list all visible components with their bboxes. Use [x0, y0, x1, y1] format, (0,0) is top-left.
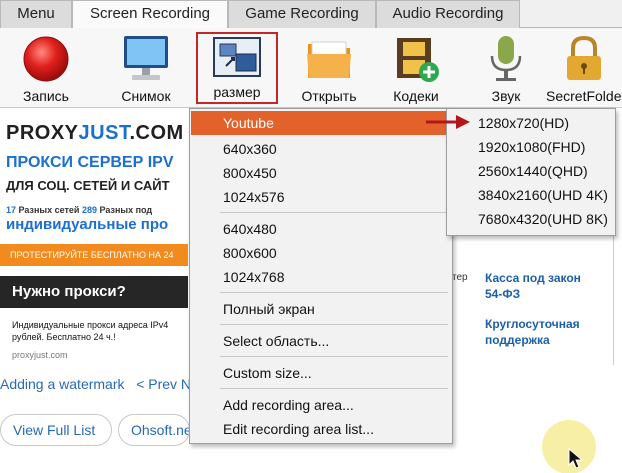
promo-num-d: Разных под	[97, 205, 153, 215]
menu-separator	[220, 388, 448, 389]
right-link2-b: поддержка	[485, 333, 550, 347]
folder-icon	[307, 41, 351, 78]
menu-separator	[220, 212, 448, 213]
right-link2-a: Круглосуточная	[485, 317, 580, 331]
tab-audio-recording[interactable]: Audio Recording	[376, 0, 520, 28]
menu-item-edit-recording-area-list[interactable]: Edit recording area list...	[191, 417, 451, 441]
menu-item-800x450[interactable]: 800x450	[191, 161, 451, 185]
brand-part-c: .COM	[129, 122, 184, 144]
menu-item-fullscreen[interactable]: Полный экран	[191, 297, 451, 321]
menu-item-800x600[interactable]: 800x600	[191, 241, 451, 265]
submenu-item-1280x720[interactable]: 1280x720(HD)	[448, 111, 614, 135]
right-link1-b: 54-ФЗ	[485, 287, 521, 301]
submenu-item-1920x1080[interactable]: 1920x1080(FHD)	[448, 135, 614, 159]
tab-bar: Menu Screen Recording Game Recording Aud…	[0, 0, 622, 29]
submenu-item-3840x2160[interactable]: 3840x2160(UHD 4K)	[448, 183, 614, 207]
promo-url: proxyjust.com	[12, 350, 68, 360]
menu-item-add-recording-area[interactable]: Add recording area...	[191, 393, 451, 417]
promo-text: Индивидуальные прокси адреса IPv4 рублей…	[12, 319, 188, 343]
right-link1-a: Касса под закон	[485, 271, 581, 285]
menu-item-youtube[interactable]: Youtube	[191, 111, 451, 135]
prev-link[interactable]: < Prev N	[136, 376, 191, 392]
menu-separator	[220, 356, 448, 357]
open-label: Открыть	[301, 88, 357, 104]
snapshot-label: Снимок	[121, 88, 171, 104]
view-full-list-button[interactable]: View Full List	[0, 414, 112, 446]
record-icon	[23, 36, 69, 82]
sound-label: Звук	[491, 88, 521, 104]
sound-button[interactable]: Звук	[470, 28, 542, 108]
watermark-link[interactable]: Adding a watermark	[0, 376, 125, 392]
brand-part-a: PROXY	[6, 122, 79, 144]
snapshot-button[interactable]: Снимок	[106, 28, 186, 108]
mouse-cursor-icon	[568, 448, 584, 469]
menu-item-select-area[interactable]: Select область...	[191, 329, 451, 353]
record-label: Запись	[23, 88, 69, 104]
size-menu: Youtube 640x360 800x450 1024x576 640x480…	[189, 108, 453, 444]
menu-item-640x480[interactable]: 640x480	[191, 217, 451, 241]
codecs-label: Кодеки	[393, 88, 439, 104]
promo-num-c: 289	[81, 205, 97, 215]
tab-menu[interactable]: Menu	[0, 0, 72, 28]
right-link-kassa[interactable]: Касса под закон 54-ФЗ	[485, 270, 581, 302]
microphone-icon	[490, 36, 522, 81]
menu-separator	[220, 292, 448, 293]
codecs-button[interactable]: Кодеки	[378, 28, 454, 108]
promo-numbers: 17 Разных сетей 289 Разных под	[6, 205, 152, 215]
ohsoft-button[interactable]: Ohsoft.ne	[118, 414, 190, 446]
toolbar: Запись Снимок размер Открыть Кодеки Звук…	[0, 28, 622, 108]
open-button[interactable]: Открыть	[288, 28, 370, 108]
nav-links: Adding a watermark < Prev N	[0, 376, 191, 392]
brand-logo: PROXYJUST.COM	[6, 122, 184, 145]
secret-folder-label: SecretFolde	[546, 88, 622, 104]
right-clipped-text: тер	[452, 272, 468, 283]
promo-num-a: 17	[6, 205, 17, 215]
right-link-support[interactable]: Круглосуточная поддержка	[485, 316, 580, 348]
promo-subtitle: ДЛЯ СОЦ. СЕТЕЙ И САЙТ	[6, 178, 170, 193]
submenu-item-2560x1440[interactable]: 2560x1440(QHD)	[448, 159, 614, 183]
promo-text-line2: рублей. Бесплатно 24 ч.!	[12, 332, 116, 342]
size-label: размер	[213, 84, 261, 100]
size-button[interactable]: размер	[196, 32, 278, 104]
menu-item-1024x768[interactable]: 1024x768	[191, 265, 451, 289]
submenu-item-7680x4320[interactable]: 7680x4320(UHD 8K)	[448, 207, 614, 231]
menu-item-1024x576[interactable]: 1024x576	[191, 185, 451, 209]
resize-icon	[213, 37, 261, 77]
red-arrow-icon	[426, 115, 470, 129]
tab-screen-recording[interactable]: Screen Recording	[72, 0, 228, 29]
promo-text-line1: Индивидуальные прокси адреса IPv4	[12, 320, 169, 330]
promo-num-b: Разных сетей	[16, 205, 82, 215]
brand-part-b: JUST	[78, 122, 130, 144]
menu-item-custom-size[interactable]: Custom size...	[191, 361, 451, 385]
promo-dark-bar: Нужно прокси?	[0, 276, 188, 308]
monitor-icon	[124, 36, 168, 80]
promo-band: индивидуальные про	[6, 216, 169, 233]
film-add-icon	[397, 38, 439, 82]
menu-item-640x360[interactable]: 640x360	[191, 137, 451, 161]
record-button[interactable]: Запись	[8, 28, 84, 108]
tab-game-recording[interactable]: Game Recording	[228, 0, 376, 28]
padlock-icon	[567, 35, 601, 80]
menu-separator	[220, 324, 448, 325]
secret-folder-button[interactable]: SecretFolde	[546, 28, 622, 108]
promo-title: ПРОКСИ СЕРВЕР IPV	[6, 154, 174, 171]
promo-orange-bar[interactable]: ПРОТЕСТИРУЙТЕ БЕСПЛАТНО НА 24	[0, 244, 188, 266]
